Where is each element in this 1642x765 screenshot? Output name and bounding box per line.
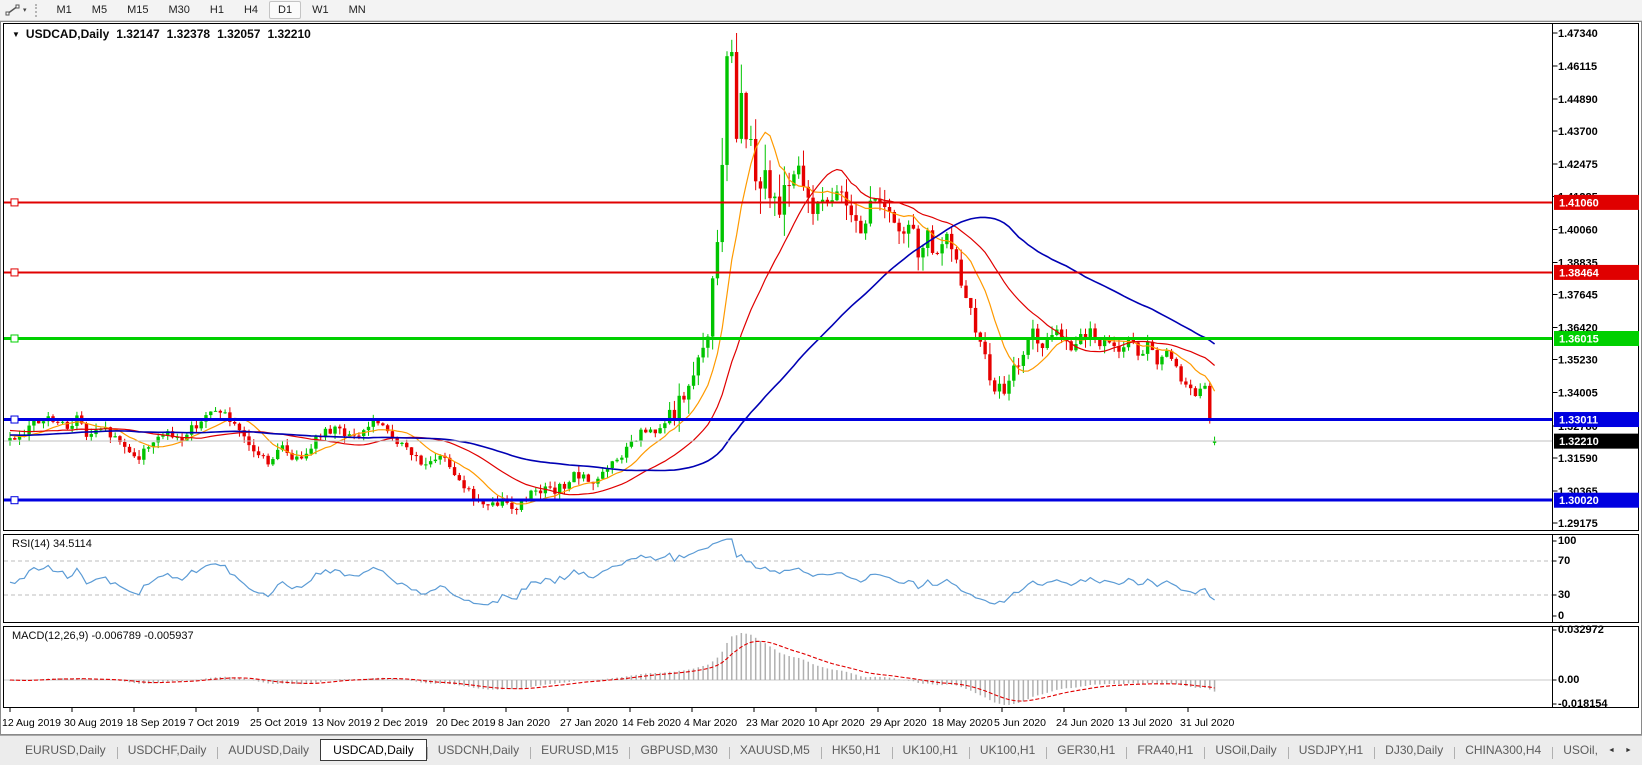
timeframe-button-m15[interactable]: M15: [118, 1, 157, 19]
tabs-scroll-left-button[interactable]: ◄: [1604, 742, 1619, 758]
svg-text:100: 100: [1558, 535, 1576, 547]
svg-text:1.35230: 1.35230: [1558, 355, 1598, 367]
level-line-handle[interactable]: [10, 198, 19, 207]
ohlc-high: 1.32378: [166, 27, 211, 41]
svg-text:1.43700: 1.43700: [1558, 126, 1598, 138]
level-line-handle[interactable]: [10, 268, 19, 277]
svg-text:12 Aug 2019: 12 Aug 2019: [2, 717, 61, 729]
level-line-handle[interactable]: [10, 496, 19, 505]
svg-text:24 Jun 2020: 24 Jun 2020: [1056, 717, 1114, 729]
top-toolbar: ▾ M1 M5 M15 M30 H1 H4 D1 W1 MN: [0, 0, 1642, 21]
svg-text:8 Jan 2020: 8 Jan 2020: [498, 717, 550, 729]
level-line-handle[interactable]: [10, 415, 19, 424]
chart-window: 1.473401.461151.448901.437001.424751.412…: [0, 21, 1642, 735]
draw-tool-button[interactable]: ▾: [5, 3, 27, 17]
timeframe-button-m5[interactable]: M5: [83, 1, 116, 19]
chart-tab[interactable]: UK100,H1: [968, 739, 1046, 761]
svg-text:1.44890: 1.44890: [1558, 94, 1598, 106]
tabs-scroll-controls: ◄ ►: [1598, 742, 1642, 758]
svg-text:23 Mar 2020: 23 Mar 2020: [746, 717, 805, 729]
svg-text:13 Jul 2020: 13 Jul 2020: [1118, 717, 1172, 729]
svg-text:25 Oct 2019: 25 Oct 2019: [250, 717, 307, 729]
chart-tab[interactable]: USDCNH,Daily: [426, 739, 530, 761]
chart-tab[interactable]: GBPUSD,M30: [629, 739, 728, 761]
chart-tab[interactable]: DJ30,Daily: [1374, 739, 1454, 761]
svg-text:1.46115: 1.46115: [1558, 61, 1597, 73]
svg-text:30 Aug 2019: 30 Aug 2019: [64, 717, 123, 729]
svg-text:1.36015: 1.36015: [1559, 333, 1599, 345]
svg-text:5 Jun 2020: 5 Jun 2020: [994, 717, 1046, 729]
chart-tab[interactable]: USOil,D: [1552, 739, 1598, 761]
ohlc-low: 1.32057: [217, 27, 261, 41]
chart-tab[interactable]: HK50,H1: [820, 739, 892, 761]
svg-text:4 Mar 2020: 4 Mar 2020: [684, 717, 737, 729]
svg-text:7 Oct 2019: 7 Oct 2019: [188, 717, 240, 729]
chart-tab[interactable]: XAUUSD,M5: [728, 739, 821, 761]
chart-tabs-list: EURUSD,Daily USDCHF,Daily AUDUSD,Daily USDC…: [0, 736, 1598, 765]
trendline-tool-icon: [5, 4, 20, 16]
timeframe-button-w1[interactable]: W1: [303, 1, 338, 19]
chart-title-row: ▼ USDCAD,Daily 1.32147 1.32378 1.32057 1…: [12, 27, 311, 41]
svg-text:1.38464: 1.38464: [1559, 267, 1600, 279]
svg-text:13 Nov 2019: 13 Nov 2019: [312, 717, 372, 729]
svg-text:30: 30: [1558, 589, 1570, 601]
ohlc-open: 1.32147: [116, 27, 160, 41]
toolbar-grip: [34, 3, 39, 17]
chart-tab[interactable]: EURUSD,Daily: [14, 739, 117, 761]
chart-tab[interactable]: USDCHF,Daily: [116, 739, 218, 761]
timeframe-button-m30[interactable]: M30: [159, 1, 198, 19]
svg-text:1.40060: 1.40060: [1558, 224, 1598, 236]
chart-tab[interactable]: EURUSD,M15: [530, 739, 629, 761]
chart-tab[interactable]: AUDUSD,Daily: [217, 739, 320, 761]
chart-tab[interactable]: CHINA300,H4: [1454, 739, 1552, 761]
svg-text:1.41060: 1.41060: [1559, 197, 1599, 209]
chart-tab-active[interactable]: USDCAD,Daily: [320, 739, 427, 761]
timeframe-button-h4[interactable]: H4: [235, 1, 267, 19]
timeframe-button-d1[interactable]: D1: [269, 1, 302, 19]
svg-text:27 Jan 2020: 27 Jan 2020: [560, 717, 618, 729]
macd-indicator-label: MACD(12,26,9) -0.006789 -0.005937: [12, 630, 194, 642]
svg-text:0.032972: 0.032972: [1558, 624, 1604, 636]
collapse-chart-icon[interactable]: ▼: [12, 30, 20, 39]
chart-tab[interactable]: USDJPY,H1: [1287, 739, 1374, 761]
svg-text:0: 0: [1558, 610, 1564, 622]
svg-text:1.33011: 1.33011: [1559, 415, 1598, 427]
svg-text:1.31590: 1.31590: [1558, 453, 1598, 465]
dropdown-caret-icon: ▾: [23, 7, 27, 14]
chart-symbol-title: USDCAD,Daily: [25, 27, 110, 41]
svg-text:14 Feb 2020: 14 Feb 2020: [622, 717, 681, 729]
chart-tab[interactable]: UK100,H1: [891, 739, 969, 761]
svg-text:1.30020: 1.30020: [1559, 495, 1599, 507]
timeframe-button-h1[interactable]: H1: [201, 1, 233, 19]
svg-text:1.37645: 1.37645: [1558, 290, 1598, 302]
svg-text:1.47340: 1.47340: [1558, 28, 1598, 40]
svg-text:1.34005: 1.34005: [1558, 388, 1598, 400]
svg-text:0.00: 0.00: [1558, 674, 1579, 686]
chart-tab[interactable]: GER30,H1: [1046, 739, 1126, 761]
chart-tab[interactable]: USOil,Daily: [1204, 739, 1287, 761]
price-chart-canvas[interactable]: 1.473401.461151.448901.437001.424751.412…: [0, 21, 1642, 735]
ohlc-close: 1.32210: [267, 27, 311, 41]
svg-text:1.32210: 1.32210: [1559, 436, 1599, 448]
svg-text:18 Sep 2019: 18 Sep 2019: [126, 717, 186, 729]
svg-text:1.29175: 1.29175: [1558, 518, 1598, 530]
chart-tab[interactable]: FRA40,H1: [1126, 739, 1204, 761]
svg-text:10 Apr 2020: 10 Apr 2020: [808, 717, 865, 729]
chart-tabs-bar: EURUSD,Daily USDCHF,Daily AUDUSD,Daily USDC…: [0, 735, 1642, 764]
svg-text:31 Jul 2020: 31 Jul 2020: [1180, 717, 1234, 729]
svg-text:29 Apr 2020: 29 Apr 2020: [870, 717, 927, 729]
timeframe-button-m1[interactable]: M1: [48, 1, 81, 19]
rsi-indicator-label: RSI(14) 34.5114: [12, 538, 92, 550]
svg-text:70: 70: [1558, 555, 1570, 567]
svg-text:1.42475: 1.42475: [1558, 159, 1598, 171]
svg-text:18 May 2020: 18 May 2020: [932, 717, 993, 729]
svg-text:2 Dec 2019: 2 Dec 2019: [374, 717, 428, 729]
svg-text:20 Dec 2019: 20 Dec 2019: [436, 717, 496, 729]
timeframe-button-mn[interactable]: MN: [340, 1, 375, 19]
tabs-scroll-right-button[interactable]: ►: [1621, 742, 1636, 758]
svg-text:-0.018154: -0.018154: [1558, 698, 1608, 710]
level-line-handle[interactable]: [10, 334, 19, 343]
